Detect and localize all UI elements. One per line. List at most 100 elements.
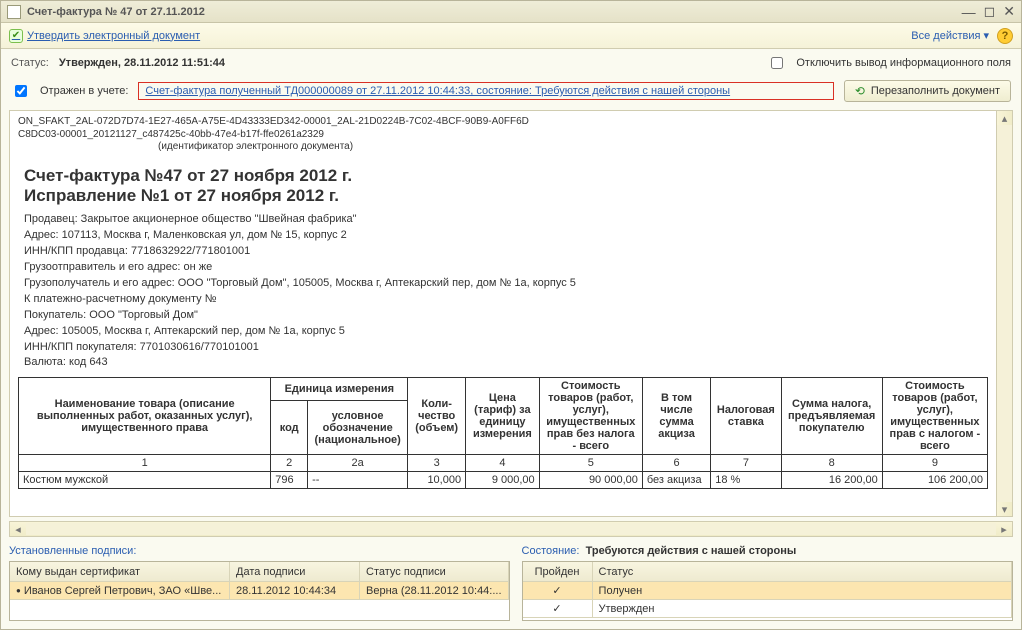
check-icon: ✓ <box>552 584 561 597</box>
all-actions-menu[interactable]: Все действия ▾ <box>911 29 989 42</box>
status-row: Статус: Утвержден, 28.11.2012 11:51:44 О… <box>1 49 1021 77</box>
th-code: код <box>271 400 308 454</box>
doc-id-line2: C8DC03-00001_20121127_c487425c-40bb-47e4… <box>18 128 988 141</box>
signatures-title: Установленные подписи: <box>9 545 510 557</box>
disable-info-checkbox[interactable] <box>771 57 783 69</box>
state-row[interactable]: ✓ Получен <box>523 582 1012 600</box>
doc-id-line1: ON_SFAKT_2AL-072D7D74-1E27-465A-A75E-4D4… <box>18 115 988 128</box>
cn3: 3 <box>408 455 466 472</box>
titlebar: Счет-фактура № 47 от 27.11.2012 — ◻ ✕ <box>1 1 1021 23</box>
th-cost-with-tax: Стоимость товаров (работ, услуг), имущес… <box>882 378 987 455</box>
cell-cost-with-tax: 106 200,00 <box>882 472 987 489</box>
status-value: Утвержден, 28.11.2012 11:51:44 <box>59 57 225 69</box>
payment-doc: К платежно-расчетному документу № <box>24 292 988 308</box>
row-marker-icon: ● <box>16 586 21 595</box>
status-label: Статус: <box>11 57 49 69</box>
state-head-passed[interactable]: Пройден <box>523 562 593 581</box>
minimize-button[interactable]: — <box>962 4 976 20</box>
sig-head-date[interactable]: Дата подписи <box>230 562 360 581</box>
th-name: Наименование товара (описание выполненны… <box>19 378 271 455</box>
cell-price: 9 000,00 <box>466 472 540 489</box>
buyer-addr: Адрес: 105005, Москва г, Аптекарский пер… <box>24 324 988 340</box>
refresh-arrow-icon: ⟲ <box>855 84 865 98</box>
signatures-panel: Установленные подписи: Кому выдан сертиф… <box>9 545 510 621</box>
scroll-right-icon[interactable]: ▸ <box>996 522 1012 536</box>
table-row: Костюм мужской 796 -- 10,000 9 000,00 90… <box>19 472 988 489</box>
invoice-link[interactable]: Счет-фактура полученный ТД000000089 от 2… <box>138 82 833 100</box>
state-panel: Состояние: Требуются действия с нашей ст… <box>522 545 1013 621</box>
window-root: Счет-фактура № 47 от 27.11.2012 — ◻ ✕ ✔ … <box>0 0 1022 630</box>
chevron-down-icon: ▾ <box>983 29 989 42</box>
cn5: 5 <box>539 455 642 472</box>
close-button[interactable]: ✕ <box>1003 3 1015 20</box>
cn9: 9 <box>882 455 987 472</box>
seller: Продавец: Закрытое акционерное общество … <box>24 212 988 228</box>
cn2: 2 <box>271 455 308 472</box>
document-icon <box>7 5 21 19</box>
cell-name: Костюм мужской <box>19 472 271 489</box>
buyer-inn: ИНН/КПП покупателя: 7701030616/770101001 <box>24 340 988 356</box>
state-row[interactable]: ✓ Утвержден <box>523 600 1012 618</box>
th-price: Цена (тариф) за единицу измерения <box>466 378 540 455</box>
cell-cost-no-tax: 90 000,00 <box>539 472 642 489</box>
cn1: 1 <box>19 455 271 472</box>
buyer: Покупатель: ООО "Торговый Дом" <box>24 308 988 324</box>
toolbar: ✔ Утвердить электронный документ Все дей… <box>1 23 1021 49</box>
scroll-down-icon[interactable]: ▾ <box>997 502 1012 516</box>
sig-date: 28.11.2012 10:44:34 <box>230 582 360 599</box>
state-status: Утвержден <box>593 600 1012 617</box>
approve-label: Утвердить электронный документ <box>27 30 200 42</box>
state-title-value: Требуются действия с нашей стороны <box>586 545 797 557</box>
cell-qty: 10,000 <box>408 472 466 489</box>
consignee: Грузополучатель и его адрес: ООО "Торгов… <box>24 276 988 292</box>
bottom-panels: Установленные подписи: Кому выдан сертиф… <box>1 543 1021 629</box>
window-title: Счет-фактура № 47 от 27.11.2012 <box>27 6 954 18</box>
document-viewport: ON_SFAKT_2AL-072D7D74-1E27-465A-A75E-4D4… <box>9 110 1013 517</box>
shipper: Грузоотправитель и его адрес: он же <box>24 260 988 276</box>
scroll-up-icon[interactable]: ▴ <box>997 111 1012 125</box>
sig-head-status[interactable]: Статус подписи <box>360 562 509 581</box>
sig-status: Верна (28.11.2012 10:44:... <box>360 582 509 599</box>
scroll-left-icon[interactable]: ◂ <box>10 522 26 536</box>
check-icon: ✓ <box>552 602 561 615</box>
cn6: 6 <box>642 455 710 472</box>
reflected-row: Отражен в учете: Счет-фактура полученный… <box>1 77 1021 108</box>
refill-label: Перезаполнить документ <box>871 85 1000 97</box>
cn8: 8 <box>781 455 882 472</box>
doc-id-caption: (идентификатор электронного документа) <box>158 141 988 152</box>
state-grid: Пройден Статус ✓ Получен ✓ Утвержден <box>522 561 1013 621</box>
approve-edoc-button[interactable]: ✔ Утвердить электронный документ <box>9 29 200 43</box>
disable-info-label: Отключить вывод информационного поля <box>796 57 1011 69</box>
cn4: 4 <box>466 455 540 472</box>
cell-unit-name: -- <box>308 472 408 489</box>
sig-head-who[interactable]: Кому выдан сертификат <box>10 562 230 581</box>
state-head-status[interactable]: Статус <box>593 562 1012 581</box>
th-unit-name: условное обозначение (национальное) <box>308 400 408 454</box>
cn2a: 2а <box>308 455 408 472</box>
horizontal-scrollbar[interactable]: ◂ ▸ <box>9 521 1013 537</box>
state-title: Состояние: Требуются действия с нашей ст… <box>522 545 1013 557</box>
vertical-scrollbar[interactable]: ▴ ▾ <box>996 111 1012 516</box>
items-table: Наименование товара (описание выполненны… <box>18 377 988 489</box>
cell-code: 796 <box>271 472 308 489</box>
th-cost-no-tax: Стоимость товаров (работ, услуг), имущес… <box>539 378 642 455</box>
reflected-checkbox[interactable] <box>15 85 27 97</box>
signature-row[interactable]: ● Иванов Сергей Петрович, ЗАО «Шве... 28… <box>10 582 509 600</box>
state-status: Получен <box>593 582 1012 599</box>
currency: Валюта: код 643 <box>24 355 988 371</box>
doc-heading-2: Исправление №1 от 27 ноября 2012 г. <box>24 186 988 206</box>
maximize-button[interactable]: ◻ <box>984 3 996 20</box>
th-tax-sum: Сумма налога, предъявляемая покупателю <box>781 378 882 455</box>
th-unit: Единица измерения <box>271 378 408 401</box>
cell-tax-sum: 16 200,00 <box>781 472 882 489</box>
state-title-label: Состояние: <box>522 545 580 557</box>
cell-tax-rate: 18 % <box>711 472 781 489</box>
cell-excise: без акциза <box>642 472 710 489</box>
th-tax-rate: Налоговая ставка <box>711 378 781 455</box>
reflected-label: Отражен в учете: <box>40 85 128 97</box>
refill-button[interactable]: ⟲ Перезаполнить документ <box>844 80 1011 102</box>
cn7: 7 <box>711 455 781 472</box>
document-content: ON_SFAKT_2AL-072D7D74-1E27-465A-A75E-4D4… <box>10 111 996 516</box>
seller-inn: ИНН/КПП продавца: 7718632922/771801001 <box>24 244 988 260</box>
help-button[interactable]: ? <box>997 28 1013 44</box>
